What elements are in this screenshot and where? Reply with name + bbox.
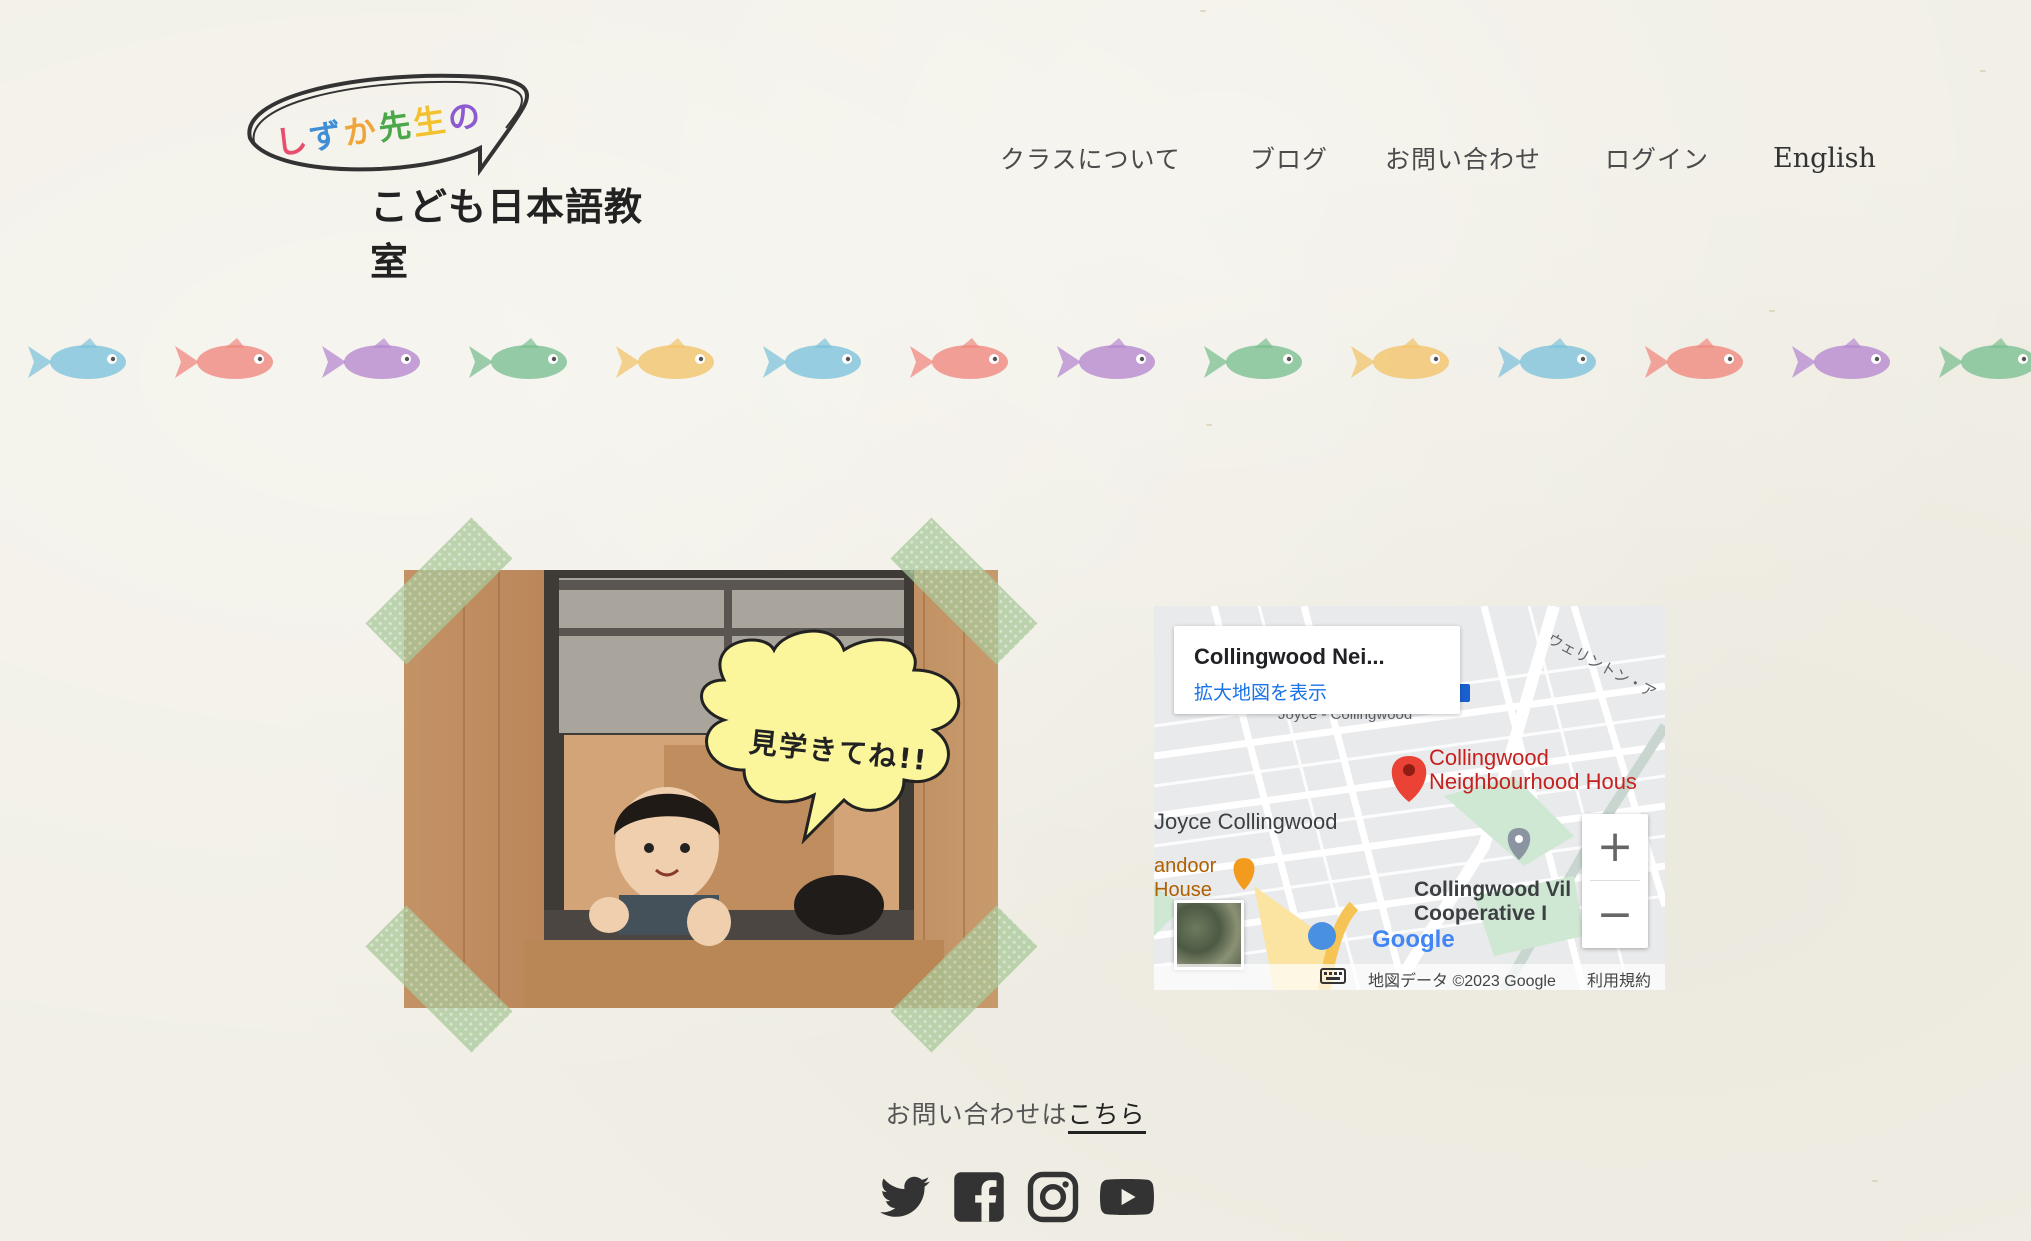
logo-char-6: の <box>445 95 486 139</box>
map-label-village-line1: Collingwood Vil <box>1414 878 1572 901</box>
map-label-joyce: Joyce Collingwood <box>1154 809 1338 834</box>
map-label-tandoor-line2: House <box>1154 879 1212 901</box>
map-place-name: Collingwood Nei... <box>1194 644 1385 669</box>
social-links <box>878 1170 1154 1226</box>
map-label-tandoor: andoor House <box>1154 854 1216 902</box>
photo-frame: 見学きてね!! <box>404 570 998 1008</box>
fish-decoration <box>322 338 420 379</box>
paper-fleck <box>1206 424 1212 426</box>
fish-decoration <box>763 338 861 379</box>
zoom-divider <box>1590 880 1640 881</box>
paper-fleck <box>1980 70 1986 72</box>
instagram-icon[interactable] <box>1026 1170 1080 1224</box>
map-marker-label-line2: Neighbourhood Hous <box>1429 769 1637 794</box>
nav-item-contact[interactable]: お問い合わせ <box>1385 140 1541 176</box>
map-zoom-control: + − <box>1582 814 1648 948</box>
facebook-icon[interactable] <box>952 1170 1006 1224</box>
nav-item-login[interactable]: ログイン <box>1605 140 1709 176</box>
child-at-window-image <box>404 570 998 1008</box>
twitter-icon[interactable] <box>878 1170 932 1224</box>
fish-decoration <box>1204 338 1302 379</box>
logo-line2: こども日本語教室 <box>370 185 644 284</box>
paper-fleck <box>1872 1180 1878 1182</box>
google-logo: Google <box>1372 926 1455 953</box>
map-terms-link[interactable]: 利用規約 <box>1587 967 1651 990</box>
paper-fleck <box>1200 10 1206 12</box>
view-larger-map-link[interactable]: 拡大地図を表示 <box>1194 678 1327 705</box>
fish-decoration <box>1498 338 1596 379</box>
zoom-in-button[interactable]: + <box>1582 814 1648 880</box>
fish-decoration <box>1792 338 1890 379</box>
map-attribution-bar: 地図データ ©2023 Google 利用規約 <box>1154 964 1665 990</box>
fish-decoration <box>910 338 1008 379</box>
site-logo[interactable]: しずか先生の こども日本語教室 <box>230 68 660 284</box>
contact-line: お問い合わせはこちら <box>0 1095 2031 1134</box>
logo-char-5: 生 <box>410 100 451 143</box>
map-data-attribution: 地図データ ©2023 Google <box>1368 973 1556 990</box>
logo-char-3: か <box>341 110 382 153</box>
fish-decoration <box>1645 338 1743 379</box>
fish-decoration <box>175 338 273 379</box>
fish-decoration <box>1351 338 1449 379</box>
nav-item-class-info[interactable]: クラスについて <box>1000 140 1181 176</box>
fish-decoration <box>1057 338 1155 379</box>
nav-item-blog[interactable]: ブログ <box>1250 140 1328 176</box>
map-label-village-line2: Cooperative I <box>1414 902 1548 925</box>
logo-char-1: し <box>272 119 312 163</box>
paper-fleck <box>1769 310 1775 312</box>
zoom-out-button[interactable]: − <box>1582 882 1648 948</box>
fish-decoration <box>616 338 714 379</box>
fish-decoration <box>28 338 126 379</box>
contact-link[interactable]: こちら <box>1067 1100 1146 1134</box>
map-marker-label: Collingwood Neighbourhood Hous <box>1429 746 1637 794</box>
nav-item-english[interactable]: English <box>1773 143 1876 174</box>
trial-lesson-photo: 見学きてね!! <box>365 517 1038 1053</box>
logo-char-2: ず <box>306 115 347 158</box>
map-place-card: Collingwood Nei... 拡大地図を表示 <box>1174 626 1460 714</box>
map-marker-label-line1: Collingwood <box>1429 745 1549 770</box>
fish-decoration <box>1939 338 2031 379</box>
fish-decoration <box>469 338 567 379</box>
fish-decoration-band <box>28 338 2031 379</box>
youtube-icon[interactable] <box>1100 1170 1154 1224</box>
logo-char-4: 先 <box>376 105 417 148</box>
satellite-toggle[interactable] <box>1174 900 1244 970</box>
map-label-tandoor-line1: andoor <box>1154 855 1217 877</box>
google-map-embed[interactable]: Collingwood Neighbourhood Hous Joyce Col… <box>1154 606 1665 990</box>
keyboard-icon[interactable] <box>1320 968 1346 984</box>
contact-prefix: お問い合わせは <box>885 1100 1068 1129</box>
map-label-village: Collingwood Vil Cooperative I <box>1414 878 1571 926</box>
